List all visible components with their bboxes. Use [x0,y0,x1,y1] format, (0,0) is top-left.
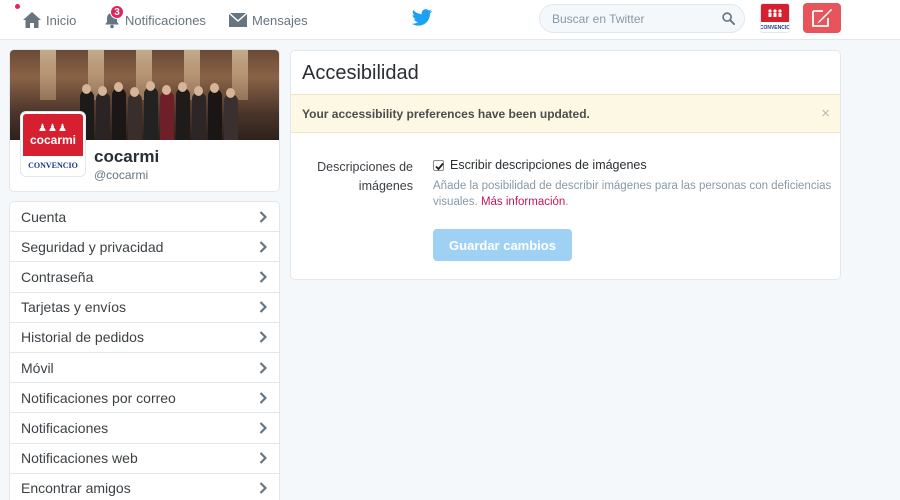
nav-messages-label: Mensajes [252,12,308,28]
envelope-icon [228,12,248,27]
chevron-right-icon [259,210,267,223]
menu-item-historial-pedidos[interactable]: Historial de pedidos [10,323,279,353]
help-text: Añade la posibilidad de describir imágen… [433,178,833,210]
menu-item-label: Móvil [21,359,54,376]
help-period: . [565,196,569,208]
profile-avatar[interactable]: ♟♟♟ cocarmi CONVENCIO [21,112,85,176]
settings-menu: Cuenta Seguridad y privacidad Contraseña… [9,201,280,500]
menu-item-encontrar-amigos[interactable]: Encontrar amigos [10,474,279,500]
menu-item-label: Notificaciones por correo [21,389,176,406]
home-icon [23,12,41,28]
chevron-right-icon [259,241,267,253]
chevron-right-icon [259,301,267,313]
image-descriptions-option[interactable]: Escribir descripciones de imágenes [433,158,647,172]
search-icon[interactable] [722,12,735,25]
more-info-link[interactable]: Más información [481,196,565,208]
chevron-right-icon [259,482,267,495]
avatar-subtext: CONVENCIO [760,25,790,31]
search-box [539,4,745,33]
avatar-logo-text: cocarmi [29,132,77,147]
menu-item-label: Notificaciones [21,419,109,436]
page-title: Accesibilidad [302,62,419,84]
nav-home-label: Inicio [46,12,77,28]
avatar-logo-subtext: CONVENCIO [28,160,78,170]
twitter-bird-logo-icon[interactable] [411,9,433,27]
menu-item-movil[interactable]: Móvil [10,353,279,384]
menu-item-contrasena[interactable]: Contraseña [10,262,279,293]
accessibility-panel: Accesibilidad Your accessibility prefere… [290,50,841,280]
success-alert: Your accessibility preferences have been… [291,94,840,133]
new-activity-dot [15,4,20,9]
chevron-right-icon [259,361,267,374]
checkmark-icon [435,162,444,170]
avatar-logo-icon [761,4,789,22]
image-descriptions-field-label: Descripciones de imágenes [317,160,413,193]
account-avatar-button[interactable]: CONVENCIO [760,3,790,33]
image-descriptions-checkbox[interactable] [433,159,444,171]
chevron-right-icon [259,452,267,464]
chevron-right-icon [259,271,267,283]
menu-item-notificaciones-correo[interactable]: Notificaciones por correo [10,383,279,414]
profile-name[interactable]: cocarmi [94,147,159,167]
image-descriptions-checkbox-label[interactable]: Escribir descripciones de imágenes [450,158,647,172]
menu-item-notificaciones-web[interactable]: Notificaciones web [10,444,279,474]
menu-item-label: Historial de pedidos [21,329,144,346]
alert-message: Your accessibility preferences have been… [302,107,590,121]
chevron-right-icon [259,422,267,434]
menu-item-label: Cuenta [21,208,67,225]
menu-item-tarjetas-envios[interactable]: Tarjetas y envíos [10,293,279,323]
close-icon[interactable]: × [821,105,830,122]
compose-icon [812,9,832,27]
profile-handle[interactable]: @cocarmi [94,168,148,182]
chevron-right-icon [259,391,267,404]
notification-count-badge: 3 [110,5,124,19]
profile-card: ♟♟♟ cocarmi CONVENCIO cocarmi @cocarmi [9,49,280,192]
top-navigation-bar: Inicio Notificaciones 3 Mensajes Buscar … [0,0,900,40]
menu-item-cuenta[interactable]: Cuenta [10,202,279,233]
menu-item-notificaciones[interactable]: Notificaciones [10,413,279,444]
people-logo-icon: ♟♟♟ [38,122,68,134]
nav-notifications-label: Notificaciones [125,12,206,28]
menu-item-label: Notificaciones web [21,450,138,467]
compose-tweet-button[interactable] [803,3,841,33]
menu-item-label: Tarjetas y envíos [21,299,127,316]
nav-messages[interactable]: Mensajes [228,0,308,40]
search-input[interactable] [540,5,720,32]
chevron-right-icon [259,331,267,344]
nav-home[interactable]: Inicio [22,0,76,40]
menu-item-label: Seguridad y privacidad [21,238,164,255]
menu-item-label: Encontrar amigos [21,480,131,497]
menu-item-label: Contraseña [21,268,94,285]
save-changes-button[interactable]: Guardar cambios [433,229,572,261]
menu-item-seguridad-privacidad[interactable]: Seguridad y privacidad [10,232,279,263]
